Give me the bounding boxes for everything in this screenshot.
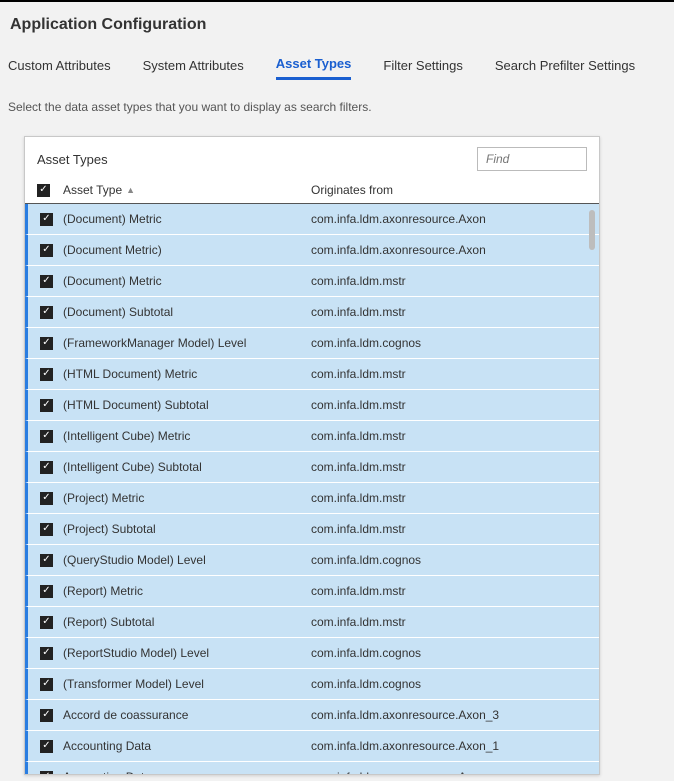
asset-types-panel: Asset Types ✓ Asset Type ▲ Originates fr… (24, 136, 600, 775)
cell-asset-type: (Document) Subtotal (63, 305, 311, 319)
table-row[interactable]: ✓ (Document) Subtotalcom.infa.ldm.mstr (25, 297, 599, 328)
row-checkbox[interactable]: ✓ (40, 337, 53, 350)
tab-asset-types[interactable]: Asset Types (276, 50, 352, 80)
tab-custom-attributes[interactable]: Custom Attributes (8, 52, 111, 79)
row-checkbox[interactable]: ✓ (40, 368, 53, 381)
cell-originates-from: com.infa.ldm.mstr (311, 429, 587, 443)
table-row[interactable]: ✓ (Project) Metriccom.infa.ldm.mstr (25, 483, 599, 514)
table-row[interactable]: ✓ (Document) Metriccom.infa.ldm.axonresou… (25, 204, 599, 235)
cell-originates-from: com.infa.ldm.mstr (311, 615, 587, 629)
cell-asset-type: (Document Metric) (63, 243, 311, 257)
cell-originates-from: com.infa.ldm.cognos (311, 646, 587, 660)
tab-system-attributes[interactable]: System Attributes (143, 52, 244, 79)
cell-asset-type: (Intelligent Cube) Subtotal (63, 460, 311, 474)
cell-asset-type: (Document) Metric (63, 212, 311, 226)
row-checkbox[interactable]: ✓ (40, 399, 53, 412)
row-checkbox[interactable]: ✓ (40, 492, 53, 505)
table-row[interactable]: ✓ (Intelligent Cube) Subtotalcom.infa.ldm… (25, 452, 599, 483)
row-checkbox[interactable]: ✓ (40, 306, 53, 319)
cell-asset-type: (ReportStudio Model) Level (63, 646, 311, 660)
table-row[interactable]: ✓ (Transformer Model) Levelcom.infa.ldm.c… (25, 669, 599, 700)
cell-asset-type: (FrameworkManager Model) Level (63, 336, 311, 350)
column-header-originates-from[interactable]: Originates from (311, 183, 587, 197)
row-checkbox[interactable]: ✓ (40, 616, 53, 629)
row-checkbox[interactable]: ✓ (40, 585, 53, 598)
cell-originates-from: com.infa.ldm.axonresource.Axon (311, 770, 587, 774)
sort-asc-icon: ▲ (126, 185, 135, 195)
row-checkbox[interactable]: ✓ (40, 740, 53, 753)
column-header-asset-type-label: Asset Type (63, 183, 122, 197)
tab-search-prefilter-settings[interactable]: Search Prefilter Settings (495, 52, 635, 79)
tab-description: Select the data asset types that you wan… (0, 84, 674, 124)
table-row[interactable]: ✓ (ReportStudio Model) Levelcom.infa.ldm.… (25, 638, 599, 669)
cell-asset-type: (Report) Subtotal (63, 615, 311, 629)
row-checkbox[interactable]: ✓ (40, 523, 53, 536)
select-all-checkbox[interactable]: ✓ (37, 184, 50, 197)
table-row[interactable]: ✓ (Intelligent Cube) Metriccom.infa.ldm.m… (25, 421, 599, 452)
cell-asset-type: (Report) Metric (63, 584, 311, 598)
cell-asset-type: (HTML Document) Subtotal (63, 398, 311, 412)
cell-asset-type: (QueryStudio Model) Level (63, 553, 311, 567)
cell-originates-from: com.infa.ldm.cognos (311, 677, 587, 691)
cell-originates-from: com.infa.ldm.mstr (311, 522, 587, 536)
table-row[interactable]: ✓ (Project) Subtotalcom.infa.ldm.mstr (25, 514, 599, 545)
cell-asset-type: Accounting Data (63, 770, 311, 774)
row-checkbox[interactable]: ✓ (40, 771, 53, 775)
cell-originates-from: com.infa.ldm.mstr (311, 398, 587, 412)
cell-asset-type: (Intelligent Cube) Metric (63, 429, 311, 443)
table-row[interactable]: ✓ Accounting Datacom.infa.ldm.axonresourc… (25, 762, 599, 774)
cell-originates-from: com.infa.ldm.mstr (311, 584, 587, 598)
cell-originates-from: com.infa.ldm.axonresource.Axon_1 (311, 739, 587, 753)
find-input[interactable] (477, 147, 587, 171)
row-checkbox[interactable]: ✓ (40, 647, 53, 660)
row-checkbox[interactable]: ✓ (40, 461, 53, 474)
cell-asset-type: (HTML Document) Metric (63, 367, 311, 381)
table-row[interactable]: ✓ (Document Metric)com.infa.ldm.axonresou… (25, 235, 599, 266)
cell-originates-from: com.infa.ldm.axonresource.Axon (311, 243, 587, 257)
row-checkbox[interactable]: ✓ (40, 430, 53, 443)
row-checkbox[interactable]: ✓ (40, 213, 53, 226)
cell-originates-from: com.infa.ldm.mstr (311, 460, 587, 474)
page-title: Application Configuration (0, 2, 674, 44)
cell-asset-type: (Transformer Model) Level (63, 677, 311, 691)
tabs-bar: Custom Attributes System Attributes Asse… (0, 44, 674, 84)
table-row[interactable]: ✓ (HTML Document) Subtotalcom.infa.ldm.ms… (25, 390, 599, 421)
cell-originates-from: com.infa.ldm.cognos (311, 336, 587, 350)
cell-asset-type: (Project) Metric (63, 491, 311, 505)
grid-header: ✓ Asset Type ▲ Originates from (25, 179, 599, 204)
cell-asset-type: Accord de coassurance (63, 708, 311, 722)
table-row[interactable]: ✓ (QueryStudio Model) Levelcom.infa.ldm.c… (25, 545, 599, 576)
cell-originates-from: com.infa.ldm.mstr (311, 305, 587, 319)
row-checkbox[interactable]: ✓ (40, 275, 53, 288)
cell-originates-from: com.infa.ldm.mstr (311, 367, 587, 381)
row-checkbox[interactable]: ✓ (40, 678, 53, 691)
table-row[interactable]: ✓ (Document) Metriccom.infa.ldm.mstr (25, 266, 599, 297)
cell-asset-type: Accounting Data (63, 739, 311, 753)
cell-originates-from: com.infa.ldm.axonresource.Axon_3 (311, 708, 587, 722)
tab-filter-settings[interactable]: Filter Settings (383, 52, 462, 79)
panel-title: Asset Types (37, 152, 108, 167)
table-row[interactable]: ✓ Accounting Datacom.infa.ldm.axonresourc… (25, 731, 599, 762)
cell-originates-from: com.infa.ldm.mstr (311, 491, 587, 505)
scrollbar-thumb[interactable] (589, 210, 595, 250)
cell-asset-type: (Project) Subtotal (63, 522, 311, 536)
cell-originates-from: com.infa.ldm.mstr (311, 274, 587, 288)
row-checkbox[interactable]: ✓ (40, 244, 53, 257)
table-row[interactable]: ✓ (Report) Subtotalcom.infa.ldm.mstr (25, 607, 599, 638)
table-row[interactable]: ✓ Accord de coassurancecom.infa.ldm.axonr… (25, 700, 599, 731)
cell-originates-from: com.infa.ldm.cognos (311, 553, 587, 567)
table-row[interactable]: ✓ (FrameworkManager Model) Levelcom.infa.… (25, 328, 599, 359)
rows-container[interactable]: ✓(Document) Metriccom.infa.ldm.axonresou… (25, 204, 599, 774)
table-row[interactable]: ✓ (Report) Metriccom.infa.ldm.mstr (25, 576, 599, 607)
row-checkbox[interactable]: ✓ (40, 709, 53, 722)
row-checkbox[interactable]: ✓ (40, 554, 53, 567)
table-row[interactable]: ✓ (HTML Document) Metriccom.infa.ldm.mstr (25, 359, 599, 390)
cell-originates-from: com.infa.ldm.axonresource.Axon (311, 212, 587, 226)
column-header-asset-type[interactable]: Asset Type ▲ (63, 183, 311, 197)
cell-asset-type: (Document) Metric (63, 274, 311, 288)
